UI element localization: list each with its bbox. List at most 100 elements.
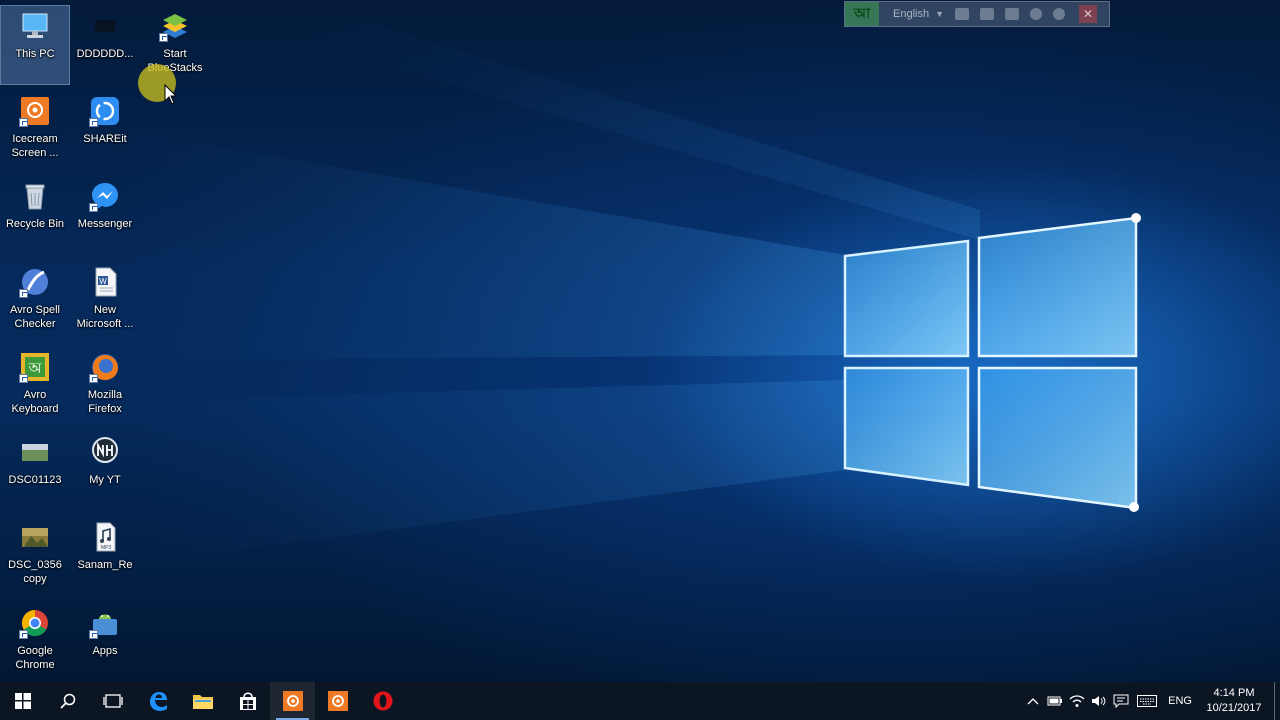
wifi-icon[interactable]: [1066, 682, 1088, 720]
keyboard-icon[interactable]: [1132, 682, 1162, 720]
folder-icon: [192, 695, 213, 709]
desktop-icon-icecream[interactable]: Icecream Screen ...: [1, 91, 69, 169]
desktop-icon-label: Messenger: [77, 218, 133, 230]
taskbar-file-explorer[interactable]: [180, 682, 225, 720]
svg-text:MP3: MP3: [101, 545, 112, 551]
language-bar[interactable]: আ English ▼ ✕: [844, 1, 1110, 27]
status-icon[interactable]: [1030, 8, 1042, 20]
taskbar-icecream-2[interactable]: [315, 682, 360, 720]
desktop-icon-label: This PC: [15, 48, 55, 60]
desktop-icon-sanam-re[interactable]: MP3 Sanam_Re: [71, 517, 139, 595]
mp3-file-icon: MP3: [89, 521, 121, 553]
help-icon[interactable]: [1053, 8, 1065, 20]
icecream-recorder-icon: [282, 691, 303, 711]
store-bag-icon: [239, 692, 256, 710]
opera-icon: [373, 691, 392, 711]
desktop-icon-mozilla-firefox[interactable]: Mozilla Firefox: [71, 347, 139, 425]
taskbar-icecream-1[interactable]: [270, 682, 315, 720]
clock[interactable]: 4:14 PM 10/21/2017: [1200, 686, 1268, 716]
taskbar-store[interactable]: [225, 682, 270, 720]
avro-spell-checker-icon: [19, 266, 51, 298]
shortcut-arrow-icon: [89, 203, 98, 212]
desktop-icon-label: Avro Keyboard: [11, 389, 59, 415]
windows-10-wallpaper: [120, 20, 1141, 560]
image-file-icon: [19, 521, 51, 553]
svg-text:অ: অ: [28, 359, 43, 377]
task-view-icon: [102, 694, 123, 708]
settings-icon[interactable]: [1005, 8, 1019, 20]
avro-keyboard-icon: অ: [19, 351, 51, 383]
folder-dark-icon: [89, 10, 121, 42]
avro-language-icon[interactable]: আ: [845, 2, 879, 26]
tools-icon[interactable]: [980, 8, 994, 20]
chevron-up-icon[interactable]: [1022, 682, 1044, 720]
desktop-icon-dsc01123[interactable]: DSC01123: [1, 432, 69, 510]
desktop-icon-new-microsoft[interactable]: W New Microsoft ...: [71, 262, 139, 340]
mouse-pointer-icon: [164, 84, 178, 105]
desktop-icon-label: Google Chrome: [15, 645, 55, 671]
computer-icon: [19, 10, 51, 42]
shortcut-arrow-icon: [89, 118, 98, 127]
shortcut-arrow-icon: [19, 289, 28, 298]
start-button[interactable]: [0, 682, 45, 720]
desktop-icon-label: Sanam_Re: [77, 559, 133, 571]
windows-logo-icon: [14, 693, 31, 709]
search-button[interactable]: [45, 682, 90, 720]
recycle-bin-icon: [19, 180, 51, 212]
desktop-icon-avro-keyboard[interactable]: অ Avro Keyboard: [1, 347, 69, 425]
desktop-icon-avro-spell[interactable]: Avro Spell Checker: [1, 262, 69, 340]
svg-text:W: W: [99, 277, 107, 286]
chrome-icon: [19, 607, 51, 639]
desktop[interactable]: This PC Icecream Screen ... Recycle Bin …: [0, 0, 1280, 682]
action-center-icon[interactable]: [1110, 682, 1132, 720]
keyboard-layout-icon[interactable]: [955, 8, 969, 20]
word-document-icon: W: [89, 266, 121, 298]
image-file-icon: [19, 436, 51, 468]
shortcut-arrow-icon: [19, 630, 28, 639]
clock-date: 10/21/2017: [1206, 702, 1262, 714]
desktop-icon-recycle-bin[interactable]: Recycle Bin: [1, 176, 69, 254]
search-icon: [59, 693, 75, 709]
desktop-icon-google-chrome[interactable]: Google Chrome: [1, 603, 69, 681]
desktop-icon-label: Icecream Screen ...: [11, 133, 59, 159]
shortcut-arrow-icon: [19, 374, 28, 383]
desktop-icon-label: Apps: [92, 645, 118, 657]
my-yt-logo-icon: [89, 436, 121, 468]
desktop-icon-dsc0356[interactable]: DSC_0356 copy: [1, 517, 69, 595]
desktop-icon-messenger[interactable]: Messenger: [71, 176, 139, 254]
desktop-icon-label: My YT: [89, 474, 121, 486]
battery-icon[interactable]: [1044, 682, 1066, 720]
input-language-indicator[interactable]: ENG: [1168, 695, 1192, 707]
shortcut-arrow-icon: [159, 33, 168, 42]
desktop-icon-apps[interactable]: Apps: [71, 603, 139, 681]
messenger-icon: [89, 180, 121, 212]
shareit-icon: [89, 95, 121, 127]
desktop-icon-label: SHAREit: [83, 133, 127, 145]
task-view-button[interactable]: [90, 682, 135, 720]
shortcut-arrow-icon: [19, 118, 28, 127]
bluestacks-icon: [159, 10, 191, 42]
firefox-icon: [89, 351, 121, 383]
icecream-recorder-icon: [19, 95, 51, 127]
taskbar: ENG 4:14 PM 10/21/2017: [0, 682, 1280, 720]
language-bar-language[interactable]: English: [893, 8, 929, 20]
desktop-icon-this-pc[interactable]: This PC: [0, 5, 70, 85]
shortcut-arrow-icon: [89, 630, 98, 639]
apps-android-icon: [89, 607, 121, 639]
close-icon[interactable]: ✕: [1079, 5, 1097, 23]
desktop-icon-shareit[interactable]: SHAREit: [71, 91, 139, 169]
desktop-icon-label: New Microsoft ...: [76, 304, 134, 330]
desktop-icon-label: DSC_0356 copy: [8, 559, 62, 585]
edge-icon: [149, 692, 167, 711]
volume-icon[interactable]: [1088, 682, 1110, 720]
shortcut-arrow-icon: [89, 374, 98, 383]
desktop-icon-my-yt[interactable]: My YT: [71, 432, 139, 510]
desktop-icon-label: DDDDDD...: [76, 48, 134, 60]
show-desktop-button[interactable]: [1274, 682, 1280, 720]
desktop-icon-dddddd[interactable]: DDDDDD...: [71, 6, 139, 84]
system-tray: ENG 4:14 PM 10/21/2017: [1022, 682, 1280, 720]
chevron-down-icon[interactable]: ▼: [935, 9, 944, 19]
clock-time: 4:14 PM: [1213, 687, 1255, 699]
taskbar-edge[interactable]: [135, 682, 180, 720]
taskbar-opera[interactable]: [360, 682, 405, 720]
